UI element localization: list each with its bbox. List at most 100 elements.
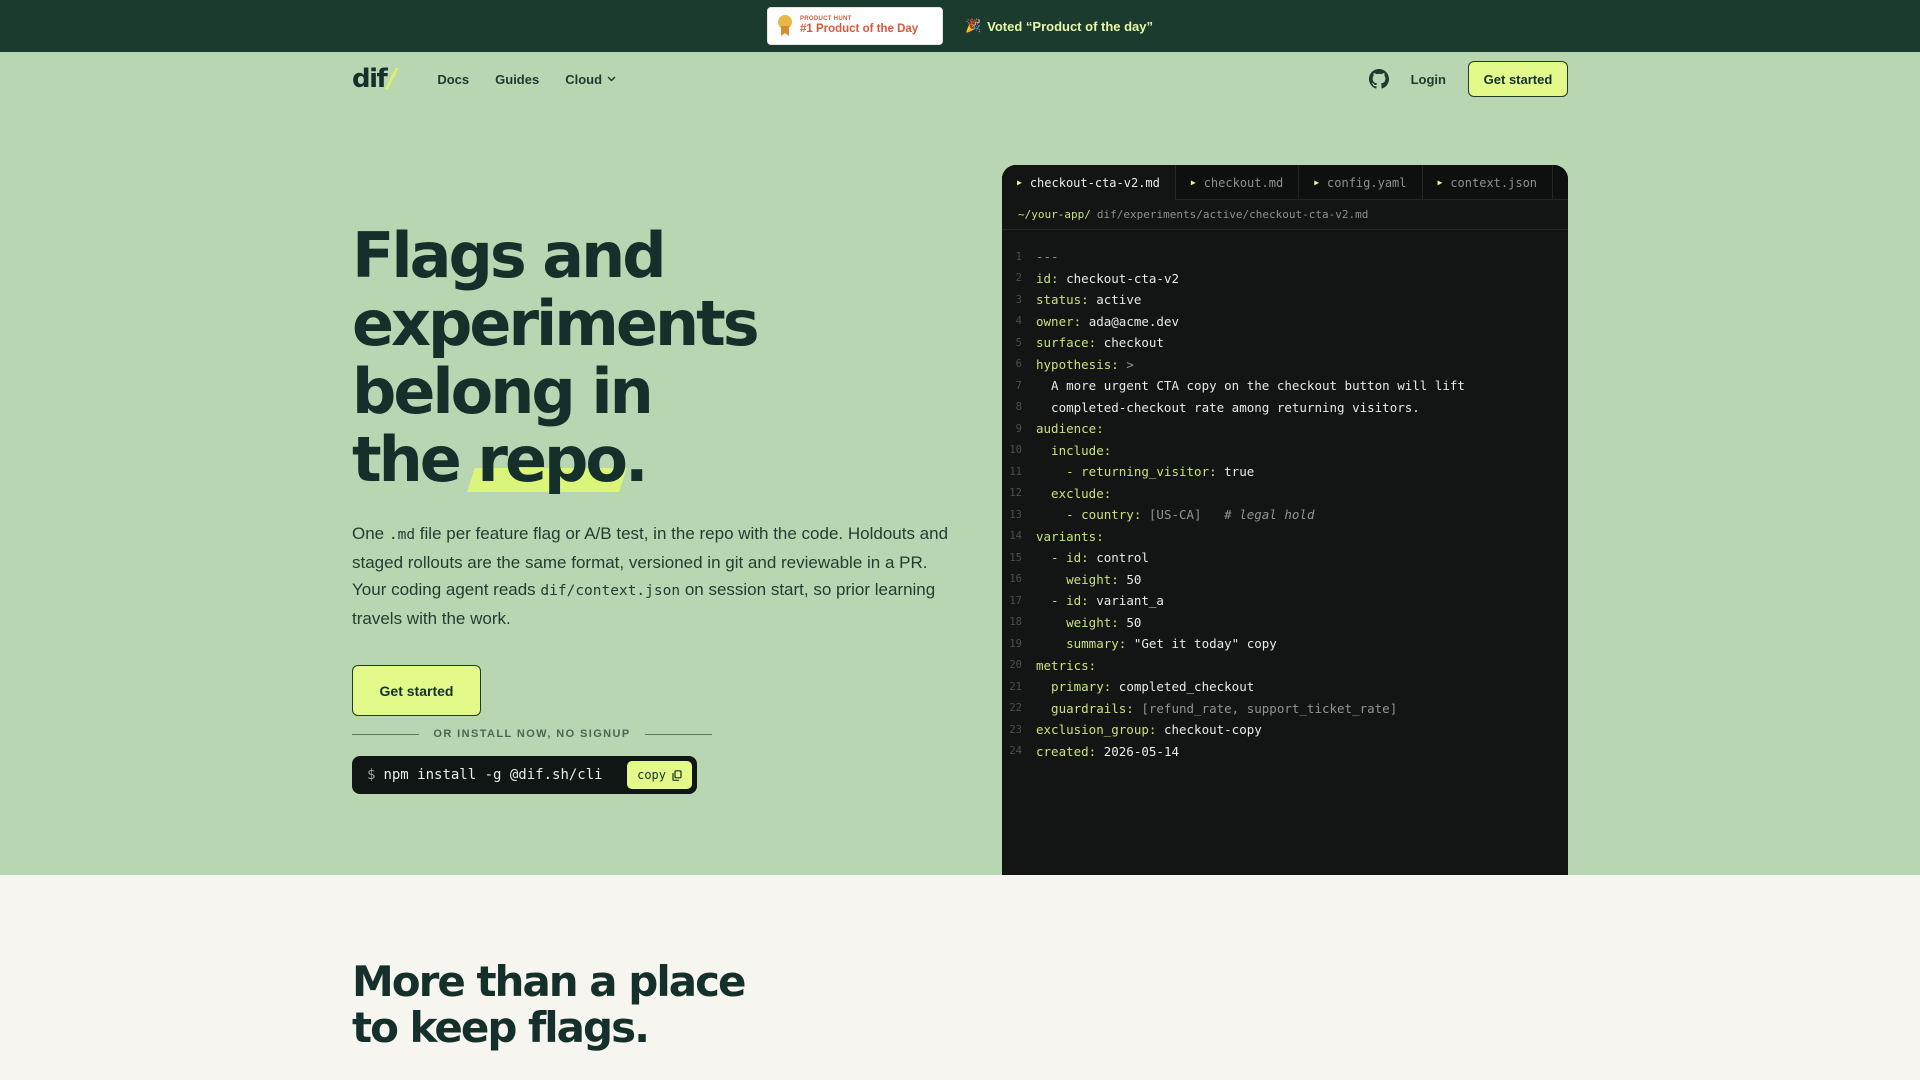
code-line: 19 summary: "Get it today" copy [1002,633,1568,655]
code-token: [US-CA] [1148,507,1202,523]
code-token: completed_checkout [1118,679,1255,695]
code-token: 50 [1126,614,1142,630]
line-number: 24 [1009,745,1022,758]
code-line: 7 A more urgent CTA copy on the checkout… [1002,375,1568,397]
code-line: 4 owner: ada@acme.dev [1002,311,1568,333]
code-token: weight: [1036,571,1127,587]
line-number: 6 [1015,358,1022,371]
play-icon: ▶ [1190,178,1196,187]
section-title: More than a place to keep flags. [352,957,746,1052]
product-hunt-badge[interactable]: PRODUCT HUNT #1 Product of the Day [766,7,943,45]
code-token: checkout [1103,335,1164,351]
login-link[interactable]: Login [1411,72,1446,87]
install-divider: OR INSTALL NOW, NO SIGNUP [352,728,712,740]
voted-text: Voted “Product of the day” [987,18,1154,34]
code-line: 16 weight: 50 [1002,569,1568,591]
install-divider-label: OR INSTALL NOW, NO SIGNUP [433,728,631,740]
line-number: 16 [1009,573,1022,586]
play-icon: ▶ [1017,178,1022,187]
md-code: .md [388,527,416,543]
hero-title-line: belong in [352,355,654,428]
code-line: 11 - returning_visitor: true [1002,461,1568,483]
tab-context[interactable]: ▶ context.json [1423,165,1554,200]
tab-config[interactable]: ▶ config.yaml [1299,165,1423,200]
code-token: [refund_rate, support_ticket_rate] [1141,700,1398,716]
code-token: - returning_visitor: [1036,464,1225,480]
code-token: - id: [1036,593,1097,609]
line-number: 19 [1009,637,1022,650]
code-token: created: [1036,743,1104,759]
hero-description: One .md file per feature flag or A/B tes… [352,524,949,628]
code-line: 13 - country: [US-CA] # legal hold [1002,504,1568,526]
line-number: 21 [1009,680,1022,693]
context-json-code: dif/context.json [540,583,681,599]
line-number: 11 [1009,465,1022,478]
line-number: 5 [1015,336,1022,349]
code-token: checkout-copy [1163,722,1262,738]
code-token: guardrails: [1036,700,1142,716]
section-title-line: More than a place [352,957,746,1006]
logo[interactable]: dif/ [352,64,397,94]
nav-link-guides[interactable]: Guides [495,72,539,87]
nav-link-docs[interactable]: Docs [437,72,469,87]
code-line: 6 hypothesis: > [1002,354,1568,376]
code-editor: ▶ checkout-cta-v2.md ▶ checkout.md ▶ config… [1002,165,1568,875]
code-token: status: [1036,292,1097,308]
nav-get-started-button[interactable]: Get started [1468,61,1568,97]
hero-get-started-button[interactable]: Get started [352,665,481,716]
promo-banner: PRODUCT HUNT #1 Product of the Day 🎉 Vot… [0,0,1920,52]
line-number: 2 [1015,272,1022,285]
code-token: completed-checkout rate among returning … [1036,399,1420,415]
file-path-rest: dif/experiments/active/checkout-cta-v2.m… [1096,208,1369,221]
nav-link-cloud-label: Cloud [565,71,603,87]
hero-title-line: Flags and [352,219,667,292]
line-number: 8 [1015,401,1022,414]
github-icon[interactable] [1368,69,1389,89]
code-token: checkout-cta-v2 [1066,270,1179,286]
code-token: include: [1036,442,1112,458]
code-token: weight: [1036,614,1127,630]
copy-label: copy [637,768,666,782]
code-line: 14 variants: [1002,526,1568,548]
code-line: 1 --- [1002,246,1568,268]
code-token: id: [1036,270,1067,286]
code-token: exclusion_group: [1036,722,1164,738]
line-number: 14 [1009,530,1022,543]
code-line: 8 completed-checkout rate among returnin… [1002,397,1568,419]
line-number: 23 [1009,723,1022,736]
code-token: active [1096,292,1142,308]
code-token: variant_a [1096,593,1164,609]
code-line: 23 exclusion_group: checkout-copy [1002,719,1568,741]
hero-title-highlight: repo [477,423,628,496]
code-line: 2 id: checkout-cta-v2 [1002,268,1568,290]
code-token: surface: [1036,335,1104,351]
code-token: --- [1036,249,1059,265]
chevron-down-icon [607,76,616,82]
line-number: 1 [1015,250,1022,263]
voted-message: 🎉 Voted “Product of the day” [965,18,1153,34]
code-line: 5 surface: checkout [1002,332,1568,354]
code-token: hypothesis: [1036,356,1127,372]
code-line: 18 weight: 50 [1002,612,1568,634]
features-section: More than a place to keep flags. [0,875,1920,1080]
badge-big-text: #1 Product of the Day [799,22,919,35]
install-command[interactable]: $ npm install -g @dif.sh/cli [367,767,603,783]
line-number: 7 [1015,379,1022,392]
play-icon: ▶ [1437,178,1443,187]
code-token: A more urgent CTA copy on the checkout b… [1036,378,1465,394]
code-token: variants: [1036,528,1104,544]
line-number: 13 [1009,508,1022,521]
copy-button[interactable]: copy [627,761,692,789]
section-title-line: to keep flags. [352,1003,650,1052]
line-number: 3 [1015,293,1022,306]
line-number: 12 [1009,487,1022,500]
code-token: 50 [1126,571,1142,587]
hero-title-line: the repo. [352,423,649,496]
tab-checkout[interactable]: ▶ checkout.md [1176,165,1300,200]
tab-checkout-cta-v2[interactable]: ▶ checkout-cta-v2.md [1002,165,1176,200]
editor-tabs: ▶ checkout-cta-v2.md ▶ checkout.md ▶ config… [1002,165,1568,200]
nav-link-cloud[interactable]: Cloud [565,72,616,87]
line-number: 18 [1009,616,1022,629]
code-content: 1 --- 2 id: checkout-cta-v2 3 status: active 4… [1002,230,1568,762]
